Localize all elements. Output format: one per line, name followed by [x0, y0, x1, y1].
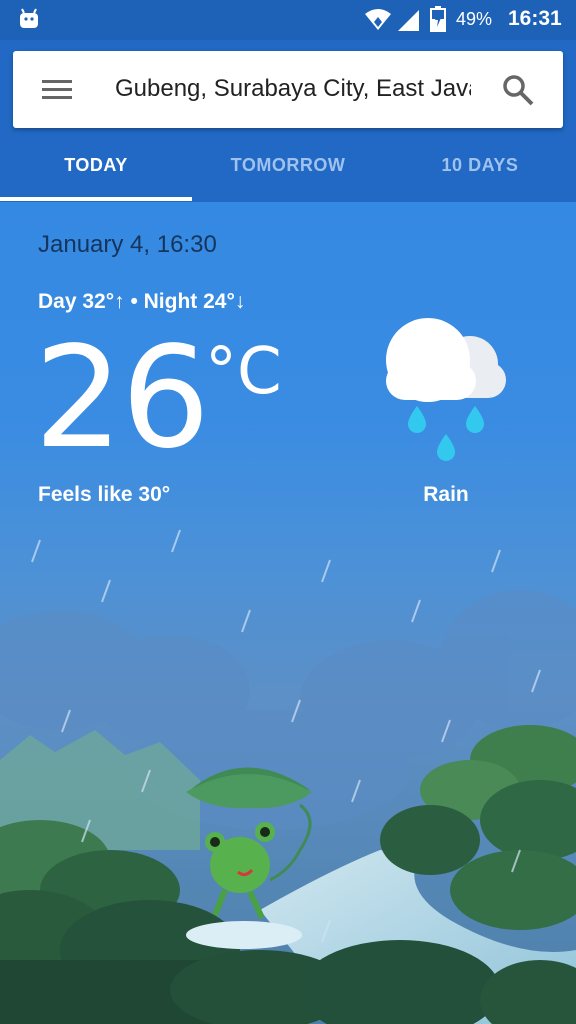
puddle	[186, 921, 302, 949]
search-icon[interactable]	[501, 73, 535, 107]
date-time: January 4, 16:30	[38, 231, 217, 258]
wifi-icon	[365, 9, 391, 30]
rain-frog-illustration	[0, 529, 576, 1024]
weather-condition: Rain	[423, 483, 469, 506]
rain-cloud-icon	[386, 318, 506, 461]
app-header: Gubeng, Surabaya City, East Java TODAY T…	[0, 40, 576, 202]
tab-today[interactable]: TODAY	[0, 138, 192, 202]
current-temperature: 26	[34, 317, 210, 480]
android-notification-icon	[20, 8, 38, 28]
day-night-range: Day 32°↑ • Night 24°↓	[38, 290, 246, 313]
battery-percentage: 49%	[456, 9, 493, 29]
location-search-bar[interactable]: Gubeng, Surabaya City, East Java	[13, 51, 563, 128]
status-time: 16:31	[508, 7, 562, 30]
location-name[interactable]: Gubeng, Surabaya City, East Java	[115, 75, 471, 103]
active-tab-indicator	[0, 197, 192, 201]
cell-signal-icon	[398, 10, 419, 31]
forecast-tabs: TODAY TOMORROW 10 DAYS	[0, 138, 576, 202]
battery-icon	[430, 6, 446, 32]
tab-tomorrow[interactable]: TOMORROW	[192, 138, 384, 202]
temperature-unit: °C	[205, 335, 282, 409]
feels-like: Feels like 30°	[38, 483, 171, 506]
status-bar: 49% 16:31	[0, 0, 576, 40]
tab-10-days[interactable]: 10 DAYS	[384, 138, 576, 202]
menu-icon[interactable]	[41, 77, 73, 103]
